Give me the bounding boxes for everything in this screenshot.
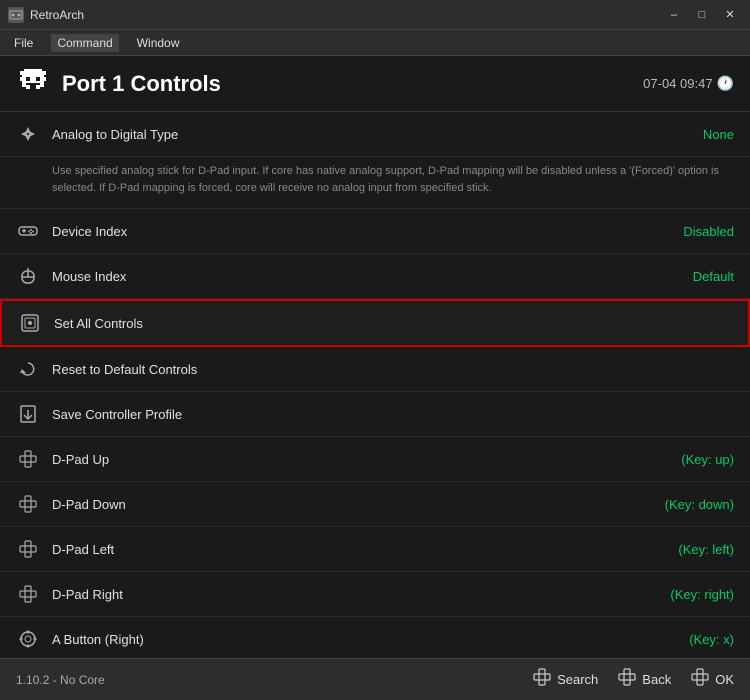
device-index-label: Device Index	[52, 224, 683, 239]
analog-icon	[16, 122, 40, 146]
list-item-save-profile[interactable]: Save Controller Profile	[0, 392, 750, 437]
mouse-index-label: Mouse Index	[52, 269, 693, 284]
dpad-right-icon	[16, 582, 40, 606]
a-button-value: (Key: x)	[689, 632, 734, 647]
menu-command[interactable]: Command	[51, 34, 118, 52]
set-controls-icon	[18, 311, 42, 335]
analog-description: Use specified analog stick for D-Pad inp…	[0, 157, 750, 209]
window-title: RetroArch	[30, 8, 84, 22]
timestamp: 07-04 09:47	[643, 76, 712, 91]
header-right: 07-04 09:47 🕐	[643, 75, 734, 92]
set-all-controls-label: Set All Controls	[54, 316, 732, 331]
dpad-up-value: (Key: up)	[681, 452, 734, 467]
ok-dpad-icon	[691, 668, 709, 691]
dpad-left-icon	[16, 537, 40, 561]
dpad-right-label: D-Pad Right	[52, 587, 670, 602]
clock-icon: 🕐	[717, 75, 734, 92]
bottom-actions: Search Back OK	[533, 668, 734, 691]
menu-bar: File Command Window	[0, 30, 750, 56]
mouse-index-value: Default	[693, 269, 734, 284]
a-button-icon	[16, 627, 40, 651]
search-dpad-icon	[533, 668, 551, 691]
list-item-reset-controls[interactable]: Reset to Default Controls	[0, 347, 750, 392]
content-area[interactable]: Analog to Digital Type None Use specifie…	[0, 112, 750, 658]
analog-type-value: None	[703, 127, 734, 142]
dpad-down-value: (Key: down)	[665, 497, 734, 512]
list-item-set-all-controls[interactable]: Set All Controls	[0, 299, 750, 347]
mouse-icon	[16, 264, 40, 288]
version-label: 1.10.2 - No Core	[16, 673, 105, 687]
dpad-down-label: D-Pad Down	[52, 497, 665, 512]
dpad-left-label: D-Pad Left	[52, 542, 678, 557]
title-bar-left: RetroArch	[8, 7, 84, 23]
ok-action[interactable]: OK	[691, 668, 734, 691]
list-item-analog-type[interactable]: Analog to Digital Type None	[0, 112, 750, 157]
back-dpad-icon	[618, 668, 636, 691]
list-item-dpad-down[interactable]: D-Pad Down (Key: down)	[0, 482, 750, 527]
save-profile-label: Save Controller Profile	[52, 407, 734, 422]
search-action[interactable]: Search	[533, 668, 598, 691]
close-button[interactable]: ✕	[718, 6, 742, 24]
page-header: Port 1 Controls 07-04 09:47 🕐	[0, 56, 750, 112]
back-action[interactable]: Back	[618, 668, 671, 691]
page-icon	[16, 63, 50, 104]
search-label: Search	[557, 672, 598, 687]
list-item-dpad-right[interactable]: D-Pad Right (Key: right)	[0, 572, 750, 617]
menu-file[interactable]: File	[8, 34, 39, 52]
gamepad-icon	[16, 219, 40, 243]
app-icon	[8, 7, 24, 23]
analog-type-label: Analog to Digital Type	[52, 127, 703, 142]
minimize-button[interactable]: –	[662, 6, 686, 24]
dpad-left-value: (Key: left)	[678, 542, 734, 557]
list-item-a-button[interactable]: A Button (Right) (Key: x)	[0, 617, 750, 658]
reset-controls-label: Reset to Default Controls	[52, 362, 734, 377]
list-item-dpad-left[interactable]: D-Pad Left (Key: left)	[0, 527, 750, 572]
title-bar: RetroArch – □ ✕	[0, 0, 750, 30]
dpad-right-value: (Key: right)	[670, 587, 734, 602]
device-index-value: Disabled	[683, 224, 734, 239]
a-button-label: A Button (Right)	[52, 632, 689, 647]
header-left: Port 1 Controls	[16, 63, 221, 104]
dpad-up-label: D-Pad Up	[52, 452, 681, 467]
list-item-dpad-up[interactable]: D-Pad Up (Key: up)	[0, 437, 750, 482]
save-icon	[16, 402, 40, 426]
back-label: Back	[642, 672, 671, 687]
menu-window[interactable]: Window	[131, 34, 186, 52]
list-item-device-index[interactable]: Device Index Disabled	[0, 209, 750, 254]
maximize-button[interactable]: □	[690, 6, 714, 24]
description-text: Use specified analog stick for D-Pad inp…	[52, 165, 719, 194]
bottom-bar: 1.10.2 - No Core Search Back	[0, 658, 750, 700]
page-title: Port 1 Controls	[62, 71, 221, 97]
list-item-mouse-index[interactable]: Mouse Index Default	[0, 254, 750, 299]
ok-label: OK	[715, 672, 734, 687]
dpad-down-icon	[16, 492, 40, 516]
title-bar-controls: – □ ✕	[662, 6, 742, 24]
reset-icon	[16, 357, 40, 381]
dpad-up-icon	[16, 447, 40, 471]
